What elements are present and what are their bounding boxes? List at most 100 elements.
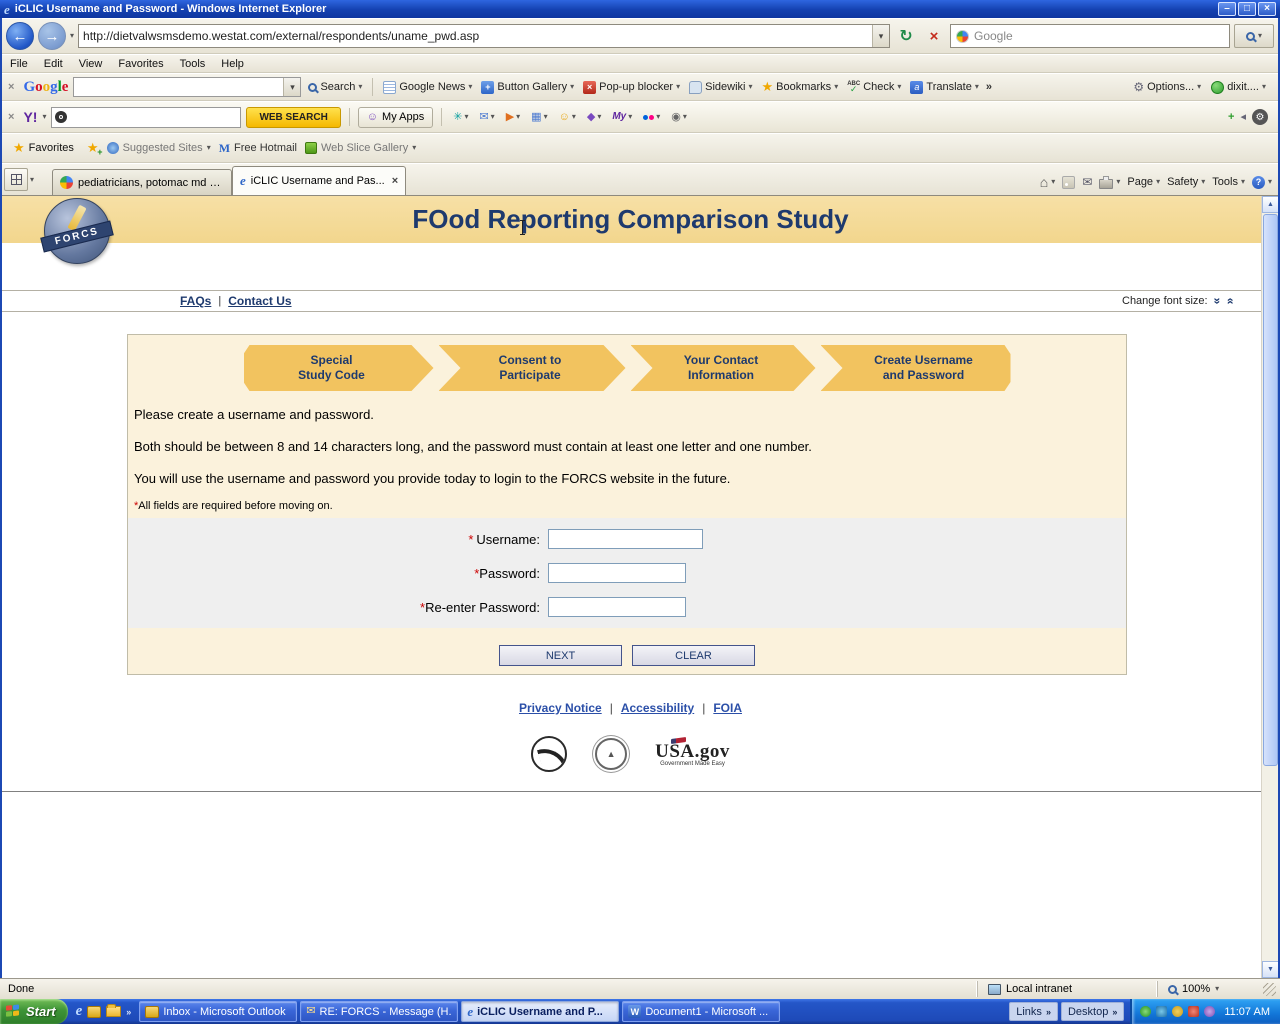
- chevron-right-icon[interactable]: »: [1046, 1007, 1051, 1017]
- clear-button[interactable]: CLEAR: [632, 645, 755, 666]
- search-dropdown-icon[interactable]: ▾: [1258, 32, 1262, 40]
- account-button[interactable]: dixit.... ▾: [1209, 79, 1268, 96]
- web-slice-gallery-button[interactable]: Web Slice Gallery ▾: [305, 142, 416, 154]
- back-button[interactable]: ←: [6, 22, 34, 50]
- page-menu-button[interactable]: Page▾: [1127, 176, 1160, 188]
- toolbar-overflow-icon[interactable]: »: [986, 81, 992, 93]
- scroll-down-button[interactable]: ▼: [1262, 961, 1279, 978]
- popup-blocker-button[interactable]: × Pop-up blocker ▾: [581, 79, 682, 96]
- button-gallery-button[interactable]: + Button Gallery ▾: [479, 79, 576, 96]
- yahoo-app-button[interactable]: ✳▾: [453, 112, 468, 123]
- close-yahoo-toolbar-icon[interactable]: ×: [4, 111, 18, 123]
- tray-icon[interactable]: [1204, 1006, 1215, 1017]
- sidewiki-button[interactable]: Sidewiki ▾: [687, 79, 754, 96]
- google-news-button[interactable]: Google News ▾: [381, 79, 474, 96]
- minimize-button[interactable]: –: [1218, 2, 1236, 16]
- foia-link[interactable]: FOIA: [713, 701, 742, 715]
- start-button[interactable]: Start: [0, 999, 68, 1024]
- home-button[interactable]: ⌂▾: [1040, 175, 1055, 189]
- yahoo-dropdown-icon[interactable]: ▾: [42, 113, 46, 121]
- yahoo-app-button[interactable]: ☺▾: [559, 112, 576, 123]
- feeds-button[interactable]: [1062, 176, 1075, 189]
- tray-icon[interactable]: [1172, 1006, 1183, 1017]
- my-apps-button[interactable]: ☺ My Apps: [358, 107, 433, 128]
- google-search-input[interactable]: [74, 81, 283, 93]
- accessibility-link[interactable]: Accessibility: [621, 701, 694, 715]
- collapse-icon[interactable]: ◂: [1240, 112, 1246, 123]
- google-search-dropdown-icon[interactable]: ▾: [283, 78, 300, 96]
- yahoo-app-button[interactable]: ▶▾: [506, 112, 520, 123]
- task-inbox-outlook[interactable]: Inbox - Microsoft Outlook: [139, 1001, 297, 1022]
- tab-iclic-active[interactable]: e iCLIC Username and Pas... ×: [232, 166, 406, 195]
- options-button[interactable]: ⚙ Options... ▾: [1131, 78, 1203, 96]
- bookmarks-button[interactable]: ★ Bookmarks ▾: [760, 77, 841, 97]
- web-search-button[interactable]: WEB SEARCH: [246, 107, 340, 128]
- tray-icon[interactable]: [1188, 1006, 1199, 1017]
- menu-edit[interactable]: Edit: [36, 56, 71, 72]
- tools-menu-button[interactable]: Tools▾: [1212, 176, 1245, 188]
- favorites-button[interactable]: ★ Favorites: [8, 137, 79, 159]
- yahoo-app-button[interactable]: ▦▾: [531, 112, 547, 123]
- close-button[interactable]: ×: [1258, 2, 1276, 16]
- menu-favorites[interactable]: Favorites: [110, 56, 171, 72]
- password-input[interactable]: [548, 563, 686, 583]
- google-search-button[interactable]: Search ▾: [306, 79, 364, 95]
- read-mail-button[interactable]: ✉: [1082, 175, 1092, 189]
- translate-button[interactable]: a Translate ▾: [908, 79, 980, 96]
- chevron-right-icon[interactable]: »: [1112, 1007, 1117, 1017]
- zoom-panel[interactable]: 100% ▾: [1157, 981, 1257, 997]
- task-iclic-active[interactable]: e iCLIC Username and P...: [461, 1001, 619, 1022]
- help-menu-button[interactable]: ?▾: [1252, 176, 1272, 189]
- add-favorite-icon[interactable]: ★: [87, 140, 99, 156]
- task-document1-word[interactable]: W Document1 - Microsoft ...: [622, 1001, 780, 1022]
- address-field[interactable]: ▾: [78, 24, 890, 48]
- font-increase-icon[interactable]: »: [1223, 298, 1237, 305]
- maximize-button[interactable]: □: [1238, 2, 1256, 16]
- close-google-toolbar-icon[interactable]: ×: [4, 81, 18, 93]
- spellcheck-button[interactable]: ABC✓ Check ▾: [845, 79, 903, 96]
- tray-icon[interactable]: [1140, 1006, 1151, 1017]
- ie-quicklaunch-icon[interactable]: e: [76, 1004, 83, 1019]
- scrollbar-thumb[interactable]: [1263, 214, 1278, 766]
- yahoo-app-button[interactable]: ◆▾: [587, 112, 601, 123]
- stop-button[interactable]: ×: [922, 24, 946, 48]
- faqs-link[interactable]: FAQs: [180, 294, 211, 308]
- quicklaunch-overflow-icon[interactable]: »: [126, 1007, 131, 1017]
- scroll-up-button[interactable]: ▲: [1262, 196, 1279, 213]
- url-input[interactable]: [83, 29, 872, 43]
- outlook-quicklaunch-icon[interactable]: [87, 1006, 101, 1018]
- zoom-dropdown-icon[interactable]: ▾: [1215, 985, 1219, 993]
- tab-pediatricians[interactable]: pediatricians, potomac md - ...: [52, 169, 232, 195]
- username-input[interactable]: [548, 529, 703, 549]
- tab-list-dropdown-icon[interactable]: ▾: [30, 176, 34, 184]
- refresh-button[interactable]: ↻: [894, 24, 918, 48]
- menu-file[interactable]: File: [2, 56, 36, 72]
- yahoo-logo[interactable]: Y!: [23, 109, 37, 125]
- close-tab-icon[interactable]: ×: [392, 175, 398, 187]
- yahoo-search-input[interactable]: [70, 111, 240, 123]
- flickr-button[interactable]: ▾: [643, 113, 660, 121]
- yahoo-my-button[interactable]: My▾: [612, 112, 632, 122]
- quick-tabs-button[interactable]: [4, 168, 28, 191]
- forward-button[interactable]: →: [38, 22, 66, 50]
- privacy-notice-link[interactable]: Privacy Notice: [519, 701, 602, 715]
- search-box[interactable]: Google: [950, 24, 1230, 48]
- google-search-field[interactable]: ▾: [73, 77, 301, 97]
- desktop-toolbar[interactable]: Desktop »: [1061, 1002, 1124, 1021]
- yahoo-app-button[interactable]: ◉▾: [671, 112, 687, 123]
- recent-pages-dropdown-icon[interactable]: ▾: [70, 32, 74, 40]
- free-hotmail-button[interactable]: M Free Hotmail: [219, 141, 297, 156]
- page-scrollbar[interactable]: ▲ ▼: [1261, 196, 1278, 978]
- safety-menu-button[interactable]: Safety▾: [1167, 176, 1205, 188]
- contact-us-link[interactable]: Contact Us: [228, 294, 291, 308]
- menu-help[interactable]: Help: [213, 56, 252, 72]
- folder-quicklaunch-icon[interactable]: [106, 1006, 121, 1017]
- print-button[interactable]: ▾: [1099, 176, 1120, 189]
- suggested-sites-button[interactable]: Suggested Sites ▾: [107, 142, 211, 154]
- address-dropdown-icon[interactable]: ▾: [872, 25, 889, 47]
- links-toolbar[interactable]: Links »: [1009, 1002, 1058, 1021]
- yahoo-search-field[interactable]: [51, 107, 241, 128]
- yahoo-settings-icon[interactable]: ⚙: [1252, 109, 1268, 125]
- search-button[interactable]: ▾: [1234, 24, 1274, 48]
- menu-view[interactable]: View: [71, 56, 111, 72]
